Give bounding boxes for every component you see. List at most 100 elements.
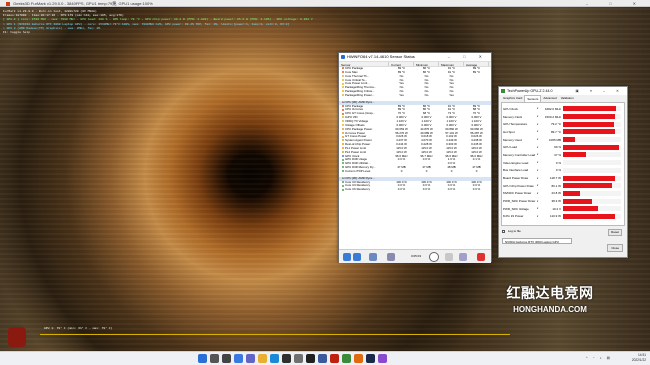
network-icon[interactable] [369, 253, 377, 261]
gpuz-sensor-graph-fill [563, 106, 617, 112]
flag-sensor-icon [342, 94, 344, 97]
gpuz-sensor-row: GPU Temperature ▾ 79.2 °C [502, 120, 624, 128]
usage-sensor-icon [342, 158, 344, 161]
gpuz-sensor-value: 0 % [555, 160, 561, 165]
hwinfo-titlebar[interactable]: HWiNFO64 v7.14-4610 Sensor Status – □ ✕ [339, 53, 491, 61]
flag-sensor-icon [342, 74, 344, 77]
search-icon[interactable] [210, 354, 219, 363]
window-controls[interactable]: – □ ✕ [586, 0, 646, 7]
sensor-row[interactable]: Current cTDP Level 0 0 0 0 [339, 170, 491, 174]
start-icon[interactable] [198, 354, 207, 363]
chat-icon[interactable] [246, 354, 255, 363]
col-average[interactable]: Average [464, 62, 489, 67]
sensor-name: GPU D3D Memory Dy... [345, 166, 376, 170]
hwinfo-icon[interactable] [318, 354, 327, 363]
gpuz-title: TechPowerUp GPU-Z 2.44.0 [507, 89, 553, 93]
close-icon[interactable] [477, 253, 485, 261]
terminal-icon[interactable] [306, 354, 315, 363]
sensor-name: Current cTDP Level [345, 169, 371, 173]
tab-advanced[interactable]: Advanced [541, 95, 558, 102]
sensor-name: Package/Ring Critica... [345, 90, 375, 94]
gpuz-sensor-label: GPU Clock [503, 106, 518, 111]
tab-validation[interactable]: Validation [559, 95, 576, 102]
gpuz-sensor-graph [563, 206, 621, 212]
gpuz-sensor-graph-fill [563, 190, 581, 196]
gpuz-sensor-value: 1682.0 MHz [544, 106, 561, 111]
widgets-icon[interactable] [234, 354, 243, 363]
hwinfo-window-controls[interactable]: – □ ✕ [448, 53, 488, 61]
hwinfo-sensor-list[interactable]: CPU Package 89 °C 86 °C 91 °C 89 °C Core Max 8… [339, 67, 491, 249]
steam-icon[interactable] [366, 354, 375, 363]
settings-icon[interactable] [294, 354, 303, 363]
gpuz-sensor-graph [563, 213, 621, 219]
gpuz-sensor-graph-fill [563, 213, 616, 219]
gpuz-sensor-row: Memory Clock ▾ 1500.2 MHz [502, 113, 624, 121]
sensor-max-value: Yes [449, 93, 454, 97]
sensor-name: PL2 Power Limit [345, 150, 367, 154]
reset-icon[interactable] [445, 253, 453, 261]
gpuz-sensor-value: 0 % [555, 168, 561, 173]
sensor-name: Rest-of-Chip Power [345, 143, 371, 147]
gpuz-titlebar[interactable]: TechPowerUp GPU-Z 2.44.0 ▣ ≡ – ✕ [499, 87, 627, 95]
gpuz-window-controls[interactable]: ▣ ≡ – ✕ [576, 87, 625, 95]
gpu-select[interactable]: NVIDIA GeForce RTX 3060 Laptop GPU [502, 238, 572, 244]
hwinfo-window[interactable]: HWiNFO64 v7.14-4610 Sensor Status – □ ✕ … [338, 52, 492, 263]
log-to-file-checkbox[interactable] [502, 229, 505, 233]
gpuz-sensor-graph-fill [563, 137, 575, 143]
col-current[interactable]: Current [389, 62, 414, 67]
gpuz-sensor-row: GPU Chip Power Draw ▾ 80.1 W [502, 182, 624, 190]
flag-sensor-icon [342, 86, 344, 89]
close-button[interactable]: Close [607, 244, 623, 252]
temp-sensor-icon [342, 104, 344, 107]
reset-button[interactable]: Reset [608, 229, 622, 236]
clock-sensor-icon [342, 154, 344, 157]
explorer-icon[interactable] [258, 354, 267, 363]
log-to-file-label: Log to file [507, 229, 521, 233]
tab-sensors[interactable]: Sensors [524, 95, 542, 102]
power-sensor-icon [342, 150, 344, 153]
gpuz-sensor-graph [563, 190, 621, 196]
gpuz-sensor-graph-fill [563, 121, 615, 127]
taskbar-clock[interactable]: 14:51 2022/1/22 [632, 353, 646, 363]
tab-graphics-card[interactable]: Graphics Card [501, 95, 524, 102]
gpuz-sensor-graph-fill [563, 198, 592, 204]
gpuz-sensor-graph [563, 167, 621, 173]
gpuz-sensor-value: 1065 MB [548, 137, 561, 142]
furmark-icon[interactable] [330, 354, 339, 363]
settings-icon[interactable] [459, 253, 467, 261]
col-sensor[interactable]: Sensor [339, 62, 389, 67]
clock-icon[interactable] [429, 252, 439, 262]
store-icon[interactable] [282, 354, 291, 363]
hwinfo-title: HWiNFO64 v7.14-4610 Sensor Status [347, 54, 415, 59]
gpuz-sensor-graph [563, 160, 621, 166]
gpuz-sensor-graph [563, 137, 621, 143]
sensor-name: CPU Package [345, 104, 364, 108]
gpuz-sensor-row: Memory Used ▾ 1065 MB [502, 136, 624, 144]
temp-sensor-icon [342, 67, 344, 70]
sensor-name: CPU GT Cores (Grap... [345, 112, 375, 116]
gpuz-sensor-label: 8-Pin #1 Power [503, 214, 524, 219]
gpuz-icon[interactable] [342, 354, 351, 363]
gpuz-sensor-graph [563, 183, 621, 189]
gpuz-window[interactable]: TechPowerUp GPU-Z 2.44.0 ▣ ≡ – ✕ Graphic… [498, 86, 628, 258]
sensor-row[interactable]: Package/Ring Power... Yes No Yes [339, 94, 491, 98]
gpuz-sensor-label: GPU Load [503, 145, 518, 150]
firefox-icon[interactable] [354, 354, 363, 363]
task-view-icon[interactable] [222, 354, 231, 363]
edge-icon[interactable] [270, 354, 279, 363]
nav-left-icon[interactable] [343, 253, 351, 261]
configure-icon[interactable] [387, 253, 395, 261]
taskbar-icons [198, 354, 387, 363]
col-minimum[interactable]: Minimum [414, 62, 439, 67]
hwinfo-footer: 0:05:03 [339, 249, 491, 263]
gpuz-sensor-panel: GPU Clock ▾ 1682.0 MHz Memory Clock ▾ 1500.2 … [501, 102, 625, 226]
sensor-name: GPU D3D Usage [345, 158, 368, 162]
system-tray-icons[interactable]: ^ ◔ ◖ ▤ [586, 356, 612, 360]
nav-right-icon[interactable] [353, 253, 361, 261]
sensor-name: GPU D3D Utilizati... [345, 162, 371, 166]
sensor-name-cell: Current cTDP Level [339, 170, 389, 174]
gpu-logo-icon [8, 327, 26, 347]
sensor-row[interactable]: Core C6 Residency 0.0 % 0.0 % 0.0 % 0.0 % [339, 188, 491, 192]
col-maximum[interactable]: Maximum [439, 62, 464, 67]
app-icon[interactable] [378, 354, 387, 363]
